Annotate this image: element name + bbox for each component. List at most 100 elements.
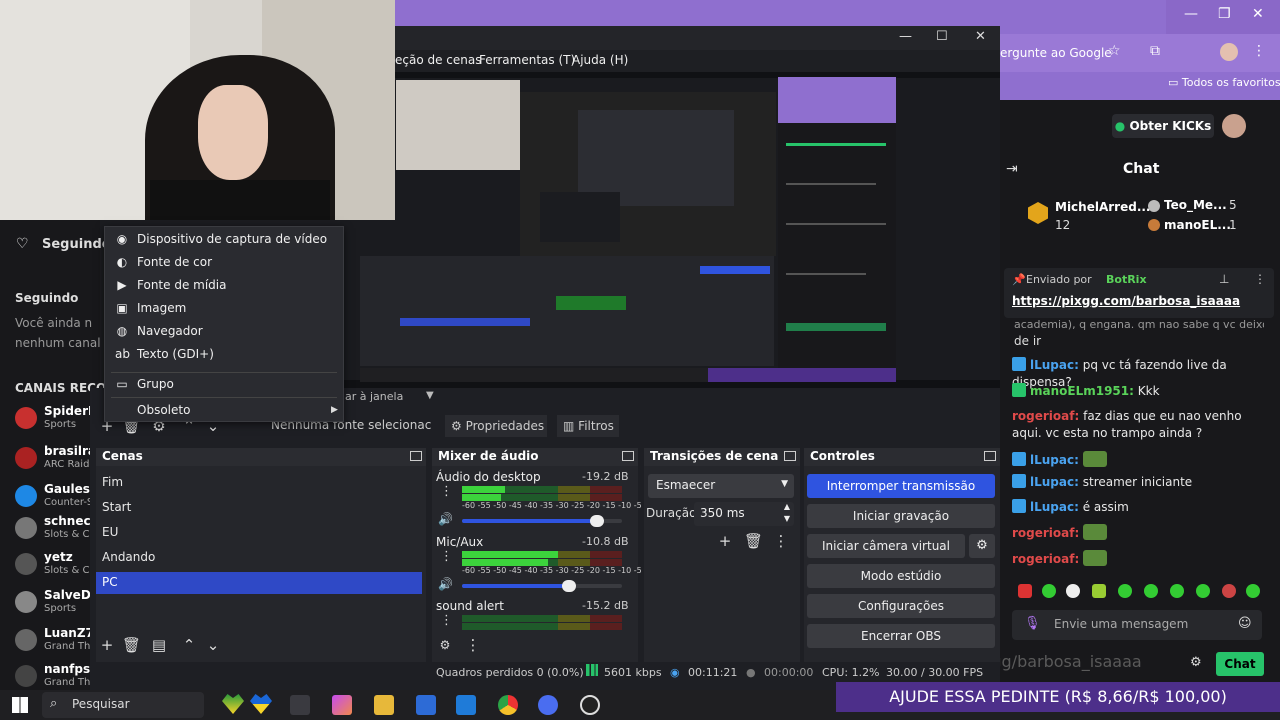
emote-icon[interactable] [1144, 584, 1158, 598]
file-explorer-icon[interactable] [374, 695, 394, 715]
emote-icon[interactable] [1222, 584, 1236, 598]
context-menu-item[interactable]: ◍ Navegador [105, 321, 343, 343]
trash-icon[interactable]: 🗑 [744, 532, 763, 550]
copilot-icon[interactable] [332, 695, 352, 715]
emoji-icon[interactable]: ☺ [1238, 616, 1252, 631]
obs-icon[interactable] [580, 695, 600, 715]
scene-item[interactable]: EU [96, 522, 422, 544]
taskbar-search[interactable]: ⌕ Pesquisar [42, 692, 204, 718]
emote-icon[interactable] [1196, 584, 1210, 598]
collapse-chat-icon[interactable]: ⇥ [1006, 161, 1018, 177]
minimize-icon[interactable]: — [1184, 6, 1198, 22]
emote-icon[interactable] [1066, 584, 1080, 598]
virtual-camera-settings-icon[interactable]: ⚙ [969, 534, 995, 558]
speaker-icon[interactable]: 🔊 [438, 512, 453, 526]
transition-select[interactable]: Esmaecer ▼ [648, 474, 794, 498]
emote-icon[interactable] [1246, 584, 1260, 598]
chevron-down-icon[interactable]: ⌄ [204, 636, 222, 654]
spin-down-icon[interactable]: ▼ [784, 514, 790, 523]
pinned-link[interactable]: https://pixgg.com/barbosa_isaaaa [1012, 294, 1240, 308]
studio-mode-button[interactable]: Modo estúdio [807, 564, 995, 588]
obs-minimize-icon[interactable]: — [899, 29, 912, 44]
task-view-icon[interactable] [290, 695, 310, 715]
chat-username[interactable]: lLupac: [1030, 500, 1079, 514]
volume-slider[interactable] [462, 515, 622, 527]
menu-help[interactable]: Ajuda (H) [572, 53, 628, 67]
bookmarks-bar[interactable]: ▭ Todos os favoritos [1168, 76, 1280, 89]
chat-username[interactable]: lLupac: [1030, 475, 1079, 489]
store-icon[interactable] [416, 695, 436, 715]
scene-item[interactable]: Fim [96, 472, 422, 494]
exit-obs-button[interactable]: Encerrar OBS [807, 624, 995, 648]
menu-scene-collection[interactable]: eção de cenas [395, 53, 482, 67]
emote-icon[interactable] [1042, 584, 1056, 598]
user-avatar[interactable] [1222, 114, 1246, 138]
maximize-icon[interactable]: ❐ [1218, 6, 1231, 22]
undock-icon[interactable] [984, 451, 996, 461]
extensions-icon[interactable]: ⧉ [1150, 43, 1160, 59]
context-menu-item[interactable]: ▣ Imagem [105, 298, 343, 320]
undock-icon[interactable] [622, 451, 634, 461]
discord-icon[interactable] [538, 695, 558, 715]
more-icon[interactable]: ⋮ [772, 532, 790, 550]
obs-preview[interactable] [340, 72, 1000, 388]
add-transition-icon[interactable]: + [716, 532, 734, 550]
emote-icon[interactable] [1170, 584, 1184, 598]
chrome-icon[interactable] [498, 695, 518, 715]
scene-item[interactable]: Start [96, 497, 422, 519]
stop-streaming-button[interactable]: Interromper transmissão [807, 474, 995, 498]
add-scene-icon[interactable]: + [98, 636, 116, 654]
more-icon[interactable]: ⋮ [440, 613, 453, 628]
scene-item[interactable]: Andando [96, 547, 422, 569]
trash-icon[interactable]: 🗑 [122, 636, 141, 654]
filter-icon[interactable]: ▤ [150, 636, 168, 654]
volume-handle[interactable] [562, 580, 576, 592]
volume-slider[interactable] [462, 580, 622, 592]
context-menu-item[interactable]: ◉ Dispositivo de captura de vídeo [105, 229, 343, 251]
emote-icon[interactable] [1092, 584, 1106, 598]
chevron-up-icon[interactable]: ⌃ [180, 636, 198, 654]
chat-settings-icon[interactable]: ⚙ [1190, 655, 1202, 670]
menu-tools[interactable]: Ferramentas (T) [479, 53, 575, 67]
context-menu-item[interactable]: ▭ Grupo [105, 374, 343, 396]
context-menu-item[interactable]: ▶ Fonte de mídia [105, 275, 343, 297]
chat-username[interactable]: rogerioaf: [1012, 526, 1079, 540]
windows-start-icon[interactable] [12, 697, 28, 713]
microphone-icon[interactable]: 🎙 [1024, 616, 1041, 631]
context-menu-item[interactable]: ◐ Fonte de cor [105, 252, 343, 274]
send-chat-button[interactable]: Chat [1216, 652, 1264, 676]
pin-more-icon[interactable]: ⋮ [1254, 272, 1266, 286]
profile-avatar[interactable] [1220, 43, 1238, 61]
chevron-down-icon[interactable]: ▼ [426, 390, 434, 401]
chat-username[interactable]: manoELm1951: [1030, 384, 1134, 398]
unpin-icon[interactable]: ⊥ [1219, 272, 1229, 286]
mail-icon[interactable] [456, 695, 476, 715]
duration-input[interactable]: 350 ms ▲ ▼ [694, 502, 794, 526]
emote-icon[interactable] [1118, 584, 1132, 598]
following-header[interactable]: Seguindo [42, 237, 111, 252]
mixer-settings-icon[interactable]: ⚙ [436, 636, 454, 654]
settings-button[interactable]: Configurações [807, 594, 995, 618]
undock-icon[interactable] [784, 451, 796, 461]
close-icon[interactable]: ✕ [1252, 6, 1264, 22]
start-virtual-camera-button[interactable]: Iniciar câmera virtual [807, 534, 965, 558]
speaker-icon[interactable]: 🔊 [438, 577, 453, 591]
scene-item[interactable]: PC [96, 572, 422, 594]
spin-up-icon[interactable]: ▲ [784, 502, 790, 511]
more-icon[interactable]: ⋮ [1252, 43, 1266, 59]
chat-username[interactable]: lLupac: [1030, 453, 1079, 467]
chat-input[interactable]: 🎙 Envie uma mensagem ☺ [1012, 610, 1262, 640]
obs-maximize-icon[interactable]: ☐ [936, 29, 948, 44]
properties-button[interactable]: ⚙ Propriedades [445, 415, 547, 437]
browser-address-bar[interactable]: ergunte ao Google ☆ ⧉ ⋮ [980, 34, 1280, 72]
pinned-message[interactable]: 📌 Enviado por BotRix ⊥ ⋮ https://pixgg.c… [1004, 268, 1274, 318]
emote-icon[interactable] [1018, 584, 1032, 598]
volume-handle[interactable] [590, 515, 604, 527]
filters-button[interactable]: ▥ Filtros [557, 415, 619, 437]
context-menu-item[interactable]: Obsoleto [105, 400, 343, 422]
more-icon[interactable]: ⋮ [440, 484, 453, 499]
more-icon[interactable]: ⋮ [440, 549, 453, 564]
obter-kicks-button[interactable]: ● Obter KICKs [1112, 114, 1214, 138]
star-icon[interactable]: ☆ [1108, 43, 1121, 59]
chat-username[interactable]: rogerioaf: [1012, 552, 1079, 566]
